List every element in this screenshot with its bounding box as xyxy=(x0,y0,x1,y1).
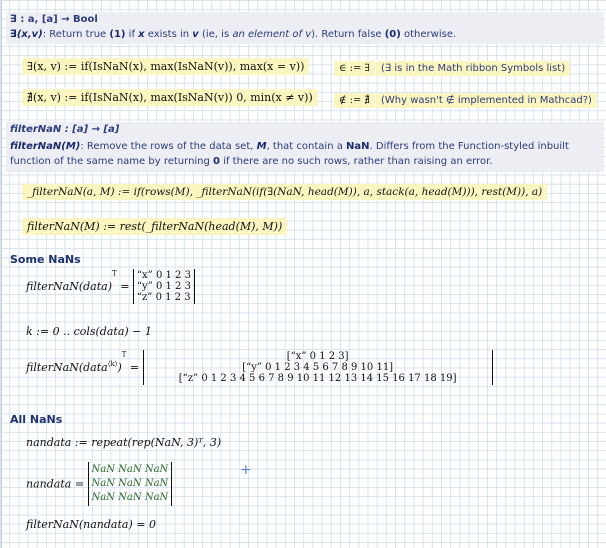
nested-row: [“z” 0 1 2 3 4 5 6 7 8 9 10 11 12 13 14 … xyxy=(178,373,457,384)
matrix-row: “y” 0 1 2 3 xyxy=(136,281,191,292)
exists-function-definition[interactable]: ∃(x, v) := if(IsNaN(x), max(IsNaN(v)), m… xyxy=(22,58,310,75)
filternan-data-evaluation[interactable]: filterNaN(data) T = “x” 0 1 2 3 “y” 0 1 2… xyxy=(26,269,195,304)
worksheet-edge xyxy=(1,0,2,548)
equals-sign: = xyxy=(129,361,140,374)
some-nans-heading[interactable]: Some NaNs xyxy=(10,253,81,266)
not-element-of-alias[interactable]: ∉ := ∄ xyxy=(334,93,375,108)
exists-definition-comment[interactable]: ∃ : a, [a] → Bool ∃(x,v): Return true (1… xyxy=(6,12,604,44)
filternan-signature: filterNaN : [a] → [a] xyxy=(10,124,120,135)
nan-matrix: NaN NaN NaN NaN NaN NaN NaN NaN NaN xyxy=(87,462,173,506)
element-of-alias[interactable]: ∈ := ∃ xyxy=(334,61,375,76)
eval-lhs: filterNaN(data) xyxy=(26,280,113,293)
filternan-description-line2: function of the same name by returning 0… xyxy=(10,156,493,167)
filternan-definition-comment[interactable]: filterNaN : [a] → [a] filterNaN(M): Remo… xyxy=(6,122,604,172)
result-matrix: “x” 0 1 2 3 “y” 0 1 2 3 “z” 0 1 2 3 xyxy=(132,269,195,304)
matrix-row: NaN NaN NaN xyxy=(91,464,169,475)
equals-sign: = xyxy=(74,477,85,491)
range-variable-definition[interactable]: k := 0 .. cols(data) − 1 xyxy=(26,325,152,338)
nested-row: [“x” 0 1 2 3] xyxy=(286,351,349,362)
column-superscript: ⟨k⟩ xyxy=(107,359,118,368)
insertion-cursor[interactable]: + xyxy=(240,462,252,478)
eval2-lhs: filterNaN(data xyxy=(26,361,108,374)
exists-symbol-note[interactable]: (∃ is in the Math ribbon Symbols list) xyxy=(376,61,571,76)
filternan-nandata-result[interactable]: filterNaN(nandata) = 0 xyxy=(26,518,156,531)
not-exists-symbol-note[interactable]: (Why wasn't ∉ implemented in Mathcad?) xyxy=(376,93,597,108)
all-nans-heading[interactable]: All NaNs xyxy=(10,413,62,426)
matrix-row: “z” 0 1 2 3 xyxy=(136,292,191,303)
filternan-description-line1: filterNaN(M): Remove the rows of the dat… xyxy=(10,141,569,152)
exists-description: ∃(x,v): Return true (1) if x exists in v… xyxy=(10,29,457,40)
filternan-column-evaluation[interactable]: filterNaN(data⟨k⟩) T = [“x” 0 1 2 3] [“y”… xyxy=(26,350,493,385)
transpose-mark: T xyxy=(121,350,127,359)
transpose-mark: T xyxy=(112,269,117,278)
eval2-close: ) xyxy=(117,361,122,374)
eval-lhs: nandata xyxy=(26,477,72,491)
nandata-evaluation[interactable]: nandata = NaN NaN NaN NaN NaN NaN NaN Na… xyxy=(26,462,173,506)
matrix-row: NaN NaN NaN xyxy=(91,478,169,489)
not-exists-function-definition[interactable]: ∄(x, v) := if(IsNaN(x), max(IsNaN(v)) 0,… xyxy=(22,89,318,106)
filternan-helper-definition[interactable]: _filterNaN(a, M) := if(rows(M), _filterN… xyxy=(22,184,548,200)
equals-sign: = xyxy=(120,280,130,293)
matrix-row: “x” 0 1 2 3 xyxy=(136,270,191,281)
nandata-definition[interactable]: nandata := repeat(rep(NaN, 3)ᵀ, 3) xyxy=(26,436,221,449)
nested-result-matrix: [“x” 0 1 2 3] [“y” 0 1 2 3 4 5 6 7 8 9 1… xyxy=(142,350,493,385)
matrix-row: NaN NaN NaN xyxy=(91,492,169,503)
exists-signature: ∃ : a, [a] → Bool xyxy=(10,14,98,25)
nested-row: [“y” 0 1 2 3 4 5 6 7 8 9 10 11] xyxy=(242,362,394,373)
filternan-main-definition[interactable]: filterNaN(M) := rest(_filterNaN(head(M),… xyxy=(22,218,288,235)
